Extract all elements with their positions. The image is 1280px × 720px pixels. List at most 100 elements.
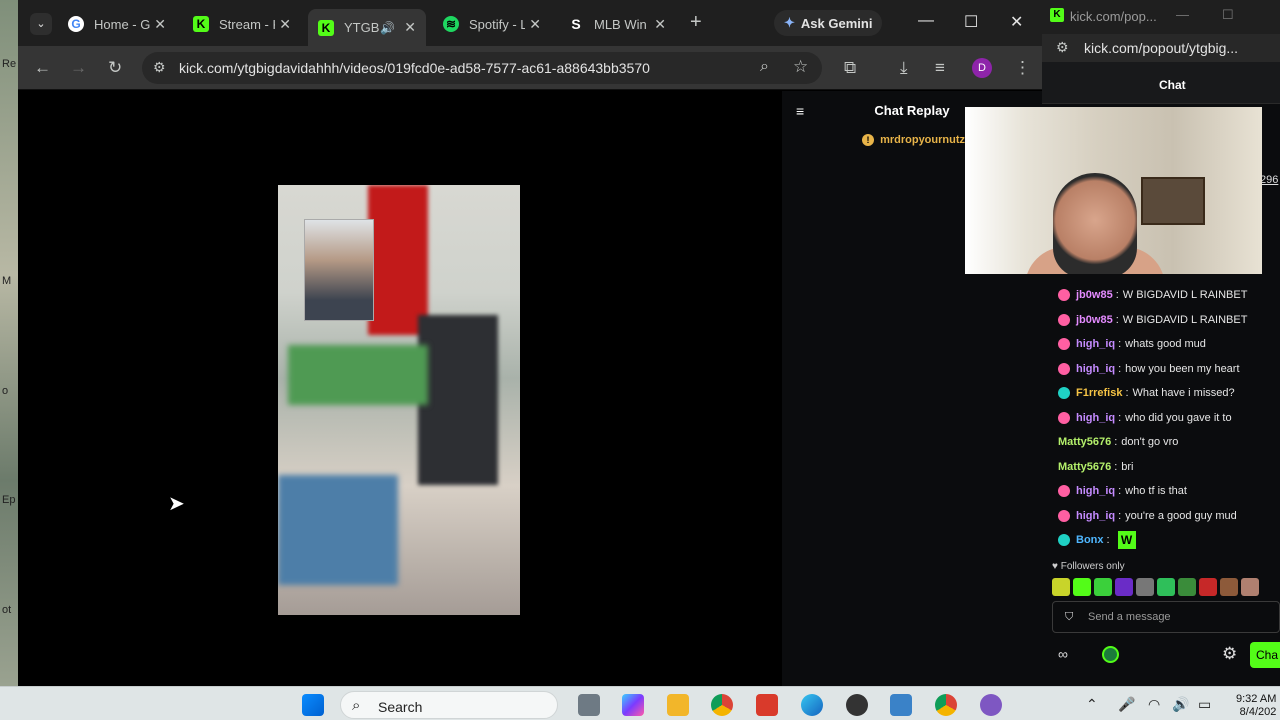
tab-label: Home - G bbox=[94, 16, 150, 32]
obs-icon[interactable] bbox=[846, 694, 868, 716]
emote[interactable] bbox=[1220, 578, 1238, 596]
close-icon[interactable]: ✕ bbox=[529, 16, 541, 33]
site-info-icon[interactable]: ⚙ bbox=[153, 59, 166, 76]
extensions-icon[interactable]: ⧉ bbox=[844, 58, 856, 78]
wifi-icon[interactable]: ◠ bbox=[1148, 696, 1160, 713]
popout-address-bar[interactable]: ⚙ kick.com/popout/ytgbig... bbox=[1042, 34, 1280, 62]
photos-icon[interactable] bbox=[890, 694, 912, 716]
chat-username[interactable]: high_iq bbox=[1076, 510, 1115, 522]
minimize-icon[interactable]: — bbox=[918, 12, 934, 30]
speaker-icon[interactable]: 🔊 bbox=[380, 21, 395, 35]
chat-message: Matty5676: bri bbox=[1058, 455, 1280, 480]
chrome-profile-icon[interactable] bbox=[935, 694, 957, 716]
settings-gear-icon[interactable]: ⚙ bbox=[1222, 644, 1237, 664]
task-view-icon[interactable] bbox=[578, 694, 600, 716]
edge-icon[interactable] bbox=[801, 694, 823, 716]
close-icon[interactable]: ✕ bbox=[404, 19, 416, 36]
sub-badge-icon bbox=[1058, 313, 1070, 326]
message-input[interactable]: ⛉ Send a message bbox=[1052, 601, 1280, 633]
taskbar-search[interactable]: ⌕ Search bbox=[340, 691, 558, 719]
maximize-icon[interactable]: ☐ bbox=[1222, 7, 1234, 23]
chat-emote[interactable]: W bbox=[1117, 531, 1136, 550]
emote[interactable] bbox=[1115, 578, 1133, 596]
chat-username[interactable]: Matty5676 bbox=[1058, 436, 1111, 448]
emote[interactable] bbox=[1157, 578, 1175, 596]
copilot-icon[interactable] bbox=[622, 694, 644, 716]
emote[interactable] bbox=[1136, 578, 1154, 596]
bookmark-star-icon[interactable]: ☆ bbox=[793, 57, 808, 77]
chat-username[interactable]: high_iq bbox=[1076, 412, 1115, 424]
profile-avatar[interactable]: D bbox=[972, 58, 992, 78]
emote[interactable] bbox=[1178, 578, 1196, 596]
minimize-icon[interactable]: — bbox=[1176, 7, 1189, 22]
address-bar[interactable]: ⚙ kick.com/ytgbigdavidahhh/videos/019fcd… bbox=[142, 52, 822, 84]
maximize-icon[interactable]: ☐ bbox=[964, 12, 978, 32]
download-icon[interactable]: ⤓ bbox=[900, 58, 908, 78]
volume-icon[interactable]: 🔊 bbox=[1172, 696, 1189, 713]
battery-icon[interactable]: ▭ bbox=[1198, 696, 1211, 713]
menu-icon[interactable]: ⋮ bbox=[1014, 58, 1031, 78]
file-explorer-icon[interactable] bbox=[667, 694, 689, 716]
chat-username[interactable]: jb0w85 bbox=[1076, 314, 1113, 326]
forward-icon[interactable]: → bbox=[70, 58, 87, 78]
tab-search-icon[interactable]: ⌄ bbox=[30, 13, 52, 35]
chevron-up-icon[interactable]: ⌃ bbox=[1086, 696, 1098, 713]
emote[interactable] bbox=[1241, 578, 1259, 596]
chrome-icon[interactable] bbox=[711, 694, 733, 716]
followers-only-label: Followers only bbox=[1060, 561, 1125, 572]
tab-chat[interactable]: Chat bbox=[1159, 78, 1186, 92]
google-icon: G bbox=[68, 16, 84, 32]
chat-separator: : bbox=[1106, 534, 1110, 547]
emote[interactable] bbox=[1073, 578, 1091, 596]
desktop-label: ot bbox=[2, 604, 12, 616]
browser-window: ⌄ G Home - G ✕ K Stream - K ✕ K YTGBi 🔊 … bbox=[18, 0, 1042, 686]
tab-stream[interactable]: K Stream - K ✕ bbox=[183, 9, 301, 39]
close-icon[interactable]: ✕ bbox=[654, 16, 666, 33]
store-icon[interactable] bbox=[756, 694, 778, 716]
chat-message: F1rrefisk: What have i missed? bbox=[1058, 381, 1280, 406]
media-player-icon[interactable] bbox=[980, 694, 1002, 716]
chat-text: W BIGDAVID L RAINBET bbox=[1122, 289, 1248, 302]
close-window-icon[interactable]: ✕ bbox=[1010, 12, 1023, 32]
tab-spotify[interactable]: ≋ Spotify - L ✕ bbox=[433, 9, 551, 39]
close-icon[interactable]: ✕ bbox=[279, 16, 291, 33]
chat-username[interactable]: jb0w85 bbox=[1076, 289, 1113, 301]
zoom-icon[interactable]: ⌕ bbox=[760, 58, 769, 76]
mouse-cursor-icon: ➤ bbox=[168, 493, 185, 515]
chat-username[interactable]: high_iq bbox=[1076, 338, 1115, 350]
chat-text: What have i missed? bbox=[1132, 387, 1235, 400]
chat-username[interactable]: high_iq bbox=[1076, 485, 1115, 497]
chat-replay-title: Chat Replay bbox=[874, 102, 950, 118]
emote[interactable] bbox=[1052, 578, 1070, 596]
chat-username[interactable]: Bonx bbox=[1076, 534, 1104, 546]
gift-icon: ! bbox=[862, 134, 874, 146]
microphone-icon[interactable]: 🎤 bbox=[1118, 696, 1135, 713]
video-player[interactable] bbox=[278, 185, 520, 615]
infinity-icon[interactable]: ∞ bbox=[1058, 646, 1068, 662]
clock[interactable]: 9:32 AM 8/4/202 bbox=[1236, 693, 1276, 719]
chat-text: W BIGDAVID L RAINBET bbox=[1122, 313, 1248, 326]
chat-username[interactable]: Matty5676 bbox=[1058, 461, 1111, 473]
chat-username[interactable]: F1rrefisk bbox=[1076, 387, 1122, 399]
site-info-icon[interactable]: ⚙ bbox=[1056, 39, 1069, 56]
new-tab-button[interactable]: + bbox=[690, 11, 702, 34]
tab-mlb[interactable]: S MLB Win ✕ bbox=[558, 9, 676, 39]
chat-username[interactable]: high_iq bbox=[1076, 363, 1115, 375]
pinned-user[interactable]: ! mrdropyournutz bbox=[862, 134, 965, 146]
emote[interactable] bbox=[1199, 578, 1217, 596]
collapse-chat-icon[interactable]: ≡ bbox=[796, 103, 804, 119]
kick-points-icon[interactable] bbox=[1102, 646, 1119, 663]
back-icon[interactable]: ← bbox=[34, 58, 51, 78]
reload-icon[interactable]: ↻ bbox=[108, 58, 122, 78]
sub-badge-icon bbox=[1058, 362, 1070, 375]
chat-separator: : bbox=[1125, 387, 1129, 400]
media-control-icon[interactable]: ≡ bbox=[935, 58, 945, 78]
chat-send-button[interactable]: Cha bbox=[1250, 642, 1280, 668]
tab-home[interactable]: G Home - G ✕ bbox=[58, 9, 176, 39]
windows-start-icon[interactable] bbox=[302, 694, 324, 716]
tab-ytgbi[interactable]: K YTGBi 🔊 ✕ bbox=[308, 9, 426, 46]
chat-actions: ∞ ⚙ Cha bbox=[1042, 640, 1280, 672]
ask-gemini-button[interactable]: ✦ Ask Gemini bbox=[774, 10, 883, 36]
emote[interactable] bbox=[1094, 578, 1112, 596]
close-icon[interactable]: ✕ bbox=[154, 16, 166, 33]
